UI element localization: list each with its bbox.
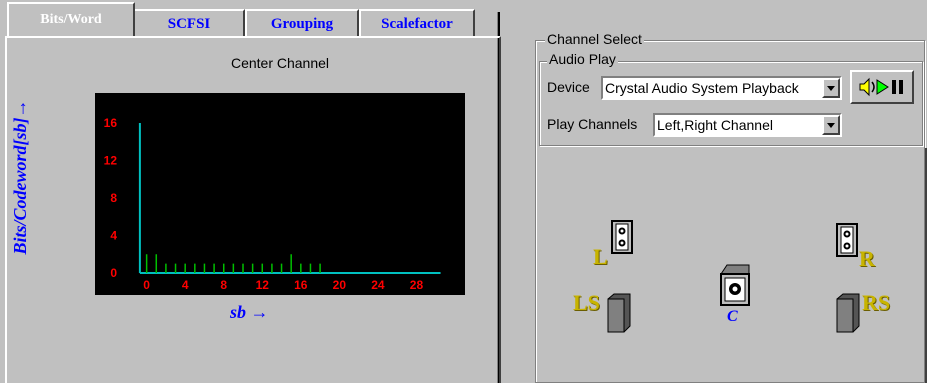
tab-scalefactor[interactable]: Scalefactor [359,9,475,37]
play-channels-label: Play Channels [547,116,638,132]
chart-title: Center Channel [230,55,330,71]
audio-play-legend: Audio Play [547,51,618,67]
bits-per-codeword-chart: 0 4 8 12 16 20 24 28 0 4 8 12 16 [95,93,465,295]
chart-y-tick-label: 12 [104,154,118,168]
speaker-right-icon[interactable] [836,223,858,257]
speaker-left-surround-label: LS [573,290,600,315]
chart-x-tick-label: 16 [294,278,308,292]
speaker-left-surround-icon[interactable] [607,293,631,333]
chart-x-tick-label: 12 [256,278,270,292]
speaker-right-surround-icon[interactable] [836,293,860,333]
tab-grouping-label: Grouping [270,15,334,32]
speaker-center-icon[interactable] [720,264,750,306]
speaker-right-label: R [859,246,875,271]
tab-bits-word-label: Bits/Word [40,12,102,27]
device-label: Device [547,79,590,95]
chevron-down-icon[interactable] [822,115,840,135]
speaker-center-label: C [727,308,738,325]
bit-allocation-panel: Bits/Word SCFSI Grouping Scalefactor Cen… [0,0,505,383]
chart-x-tick-label: 20 [333,278,347,292]
tab-scfsi-label: SCFSI [167,15,211,32]
chart-x-tick-label: 8 [220,278,227,292]
play-channels-select[interactable]: Left,Right Channel [653,113,842,137]
chart-plot-background [95,93,465,295]
speaker-layout: L R C LS RS [535,148,927,383]
channel-select-panel: Channel Select Audio Play Device Crystal… [505,0,927,383]
play-pause-button[interactable] [850,70,914,104]
chart-y-tick-label: 8 [110,191,117,205]
chart-x-tick-label: 28 [410,278,424,292]
chart-y-axis-title: Bits/Codeword[sb]→ [10,99,30,255]
speaker-right-surround-label: RS [862,290,891,315]
device-select[interactable]: Crystal Audio System Playback [601,76,842,100]
tab-grouping[interactable]: Grouping [245,9,359,37]
tab-scalefactor-label: Scalefactor [381,15,453,32]
chart-x-tick-label: 24 [371,278,385,292]
chart-x-tick-label: 0 [143,278,150,292]
speaker-left-icon[interactable] [611,220,633,254]
chart-y-tick-label: 0 [110,266,117,280]
chevron-down-icon[interactable] [822,78,840,98]
tab-scfsi[interactable]: SCFSI [133,9,245,37]
chart-x-axis-title: sb → [230,302,269,322]
play-channels-select-value: Left,Right Channel [657,117,773,133]
chart-x-tick-label: 4 [182,278,189,292]
chart-y-tick-label: 4 [110,229,117,243]
speaker-left-label: L [593,244,608,269]
channel-select-legend: Channel Select [545,31,644,47]
chart-y-tick-label: 16 [104,116,118,130]
tab-bits-word[interactable]: Bits/Word [7,2,135,36]
device-select-value: Crystal Audio System Playback [605,80,799,96]
speaker-play-pause-icon [859,77,903,97]
